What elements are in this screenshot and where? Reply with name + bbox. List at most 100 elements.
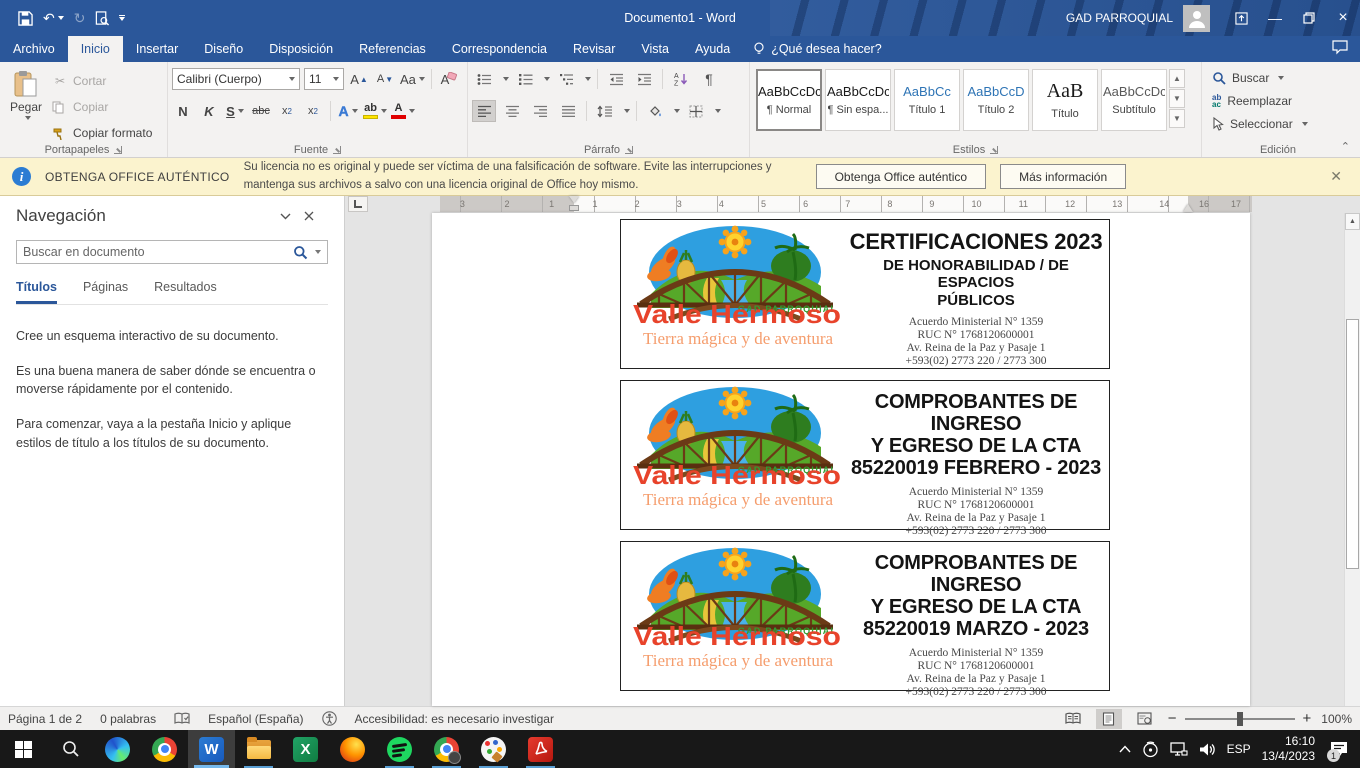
print-layout-icon[interactable]: [1096, 709, 1122, 729]
taskbar-acrobat[interactable]: [517, 730, 564, 768]
volume-icon[interactable]: [1199, 742, 1216, 757]
styles-more-icon[interactable]: ▼: [1169, 109, 1185, 128]
styles-dialog-launcher-icon[interactable]: [990, 146, 998, 154]
nav-tab-resultados[interactable]: Resultados: [154, 280, 217, 304]
zoom-in-icon[interactable]: +: [1303, 711, 1312, 726]
search-options-caret-icon[interactable]: [315, 250, 321, 254]
print-preview-icon[interactable]: [95, 11, 109, 26]
shading-button[interactable]: [643, 100, 667, 122]
taskbar-search-button[interactable]: [47, 730, 94, 768]
network-icon[interactable]: [1170, 742, 1188, 757]
taskbar-chrome[interactable]: [141, 730, 188, 768]
tab-referencias[interactable]: Referencias: [346, 36, 439, 62]
line-spacing-button[interactable]: [593, 100, 617, 122]
document-search-input[interactable]: [23, 245, 289, 259]
meet-now-icon[interactable]: [1142, 741, 1159, 758]
paragraph-dialog-launcher-icon[interactable]: [625, 146, 633, 154]
tab-ayuda[interactable]: Ayuda: [682, 36, 743, 62]
zoom-level[interactable]: 100%: [1321, 712, 1352, 726]
tab-diseno[interactable]: Diseño: [191, 36, 256, 62]
superscript-button[interactable]: x2: [302, 100, 324, 122]
paste-button[interactable]: Pegar: [4, 66, 48, 138]
borders-button[interactable]: [684, 100, 708, 122]
copy-button[interactable]: Copiar: [52, 96, 152, 118]
undo-icon[interactable]: ↶: [43, 10, 64, 27]
tell-me-box[interactable]: ¿Qué desea hacer?: [743, 36, 892, 62]
collapse-ribbon-icon[interactable]: ⌃: [1341, 140, 1350, 153]
align-center-button[interactable]: [500, 100, 524, 122]
nav-pane-close-icon[interactable]: [304, 211, 328, 221]
style-titulo[interactable]: AaBTítulo: [1032, 69, 1098, 131]
minimize-button[interactable]: —: [1258, 0, 1292, 36]
cut-button[interactable]: ✂Cortar: [52, 70, 152, 92]
accessibility-icon[interactable]: [322, 711, 337, 726]
grow-font-button[interactable]: A▲: [348, 68, 370, 90]
start-button[interactable]: [0, 730, 47, 768]
sort-button[interactable]: AZ: [669, 68, 693, 90]
tab-insertar[interactable]: Insertar: [123, 36, 191, 62]
get-genuine-office-button[interactable]: Obtenga Office auténtico: [816, 164, 987, 189]
tab-inicio[interactable]: Inicio: [68, 36, 123, 62]
font-family-select[interactable]: Calibri (Cuerpo): [172, 68, 300, 90]
left-indent-marker[interactable]: [569, 205, 579, 211]
style-titulo-1[interactable]: AaBbCcTítulo 1: [894, 69, 960, 131]
numbering-button[interactable]: [513, 68, 537, 90]
account-name[interactable]: GAD PARROQUIAL: [1066, 11, 1173, 25]
clear-formatting-button[interactable]: A: [438, 68, 460, 90]
subscript-button[interactable]: x2: [276, 100, 298, 122]
find-button[interactable]: Buscar: [1206, 66, 1350, 89]
zoom-slider-thumb[interactable]: [1237, 712, 1243, 726]
align-right-button[interactable]: [528, 100, 552, 122]
font-dialog-launcher-icon[interactable]: [333, 146, 341, 154]
language-indicator[interactable]: Español (España): [208, 712, 303, 726]
taskbar-file-explorer[interactable]: [235, 730, 282, 768]
tab-stop-selector[interactable]: [348, 196, 368, 212]
page-indicator[interactable]: Página 1 de 2: [8, 712, 82, 726]
styles-scroll-up-icon[interactable]: ▲: [1169, 69, 1185, 88]
justify-button[interactable]: [556, 100, 580, 122]
highlight-button[interactable]: ab: [363, 100, 387, 122]
tab-correspondencia[interactable]: Correspondencia: [439, 36, 560, 62]
taskbar-edge[interactable]: [94, 730, 141, 768]
vertical-scrollbar[interactable]: ▲: [1344, 213, 1360, 706]
font-size-select[interactable]: 11: [304, 68, 344, 90]
style-sin-espa[interactable]: AaBbCcDc¶ Sin espa...: [825, 69, 891, 131]
taskbar-excel[interactable]: X: [282, 730, 329, 768]
ribbon-display-options-icon[interactable]: [1224, 0, 1258, 36]
taskbar-paint[interactable]: [470, 730, 517, 768]
scroll-up-icon[interactable]: ▲: [1345, 213, 1360, 230]
learn-more-button[interactable]: Más información: [1000, 164, 1126, 189]
hidden-icons-chevron-icon[interactable]: [1119, 745, 1131, 753]
style-normal[interactable]: AaBbCcDc¶ Normal: [756, 69, 822, 131]
clipboard-dialog-launcher-icon[interactable]: [114, 146, 122, 154]
show-marks-button[interactable]: ¶: [697, 68, 721, 90]
underline-button[interactable]: S: [224, 100, 246, 122]
clock[interactable]: 16:10 13/4/2023: [1262, 734, 1315, 764]
taskbar-chrome-profile[interactable]: [423, 730, 470, 768]
keyboard-language[interactable]: ESP: [1227, 742, 1251, 756]
paste-caret-icon[interactable]: [25, 116, 31, 120]
read-mode-icon[interactable]: [1060, 709, 1086, 729]
redo-icon[interactable]: ↻: [74, 10, 86, 27]
horizontal-ruler[interactable]: 321 1234567891011121314 1617: [440, 196, 1252, 212]
taskbar-word[interactable]: W: [188, 730, 235, 768]
align-left-button[interactable]: [472, 100, 496, 122]
tab-vista[interactable]: Vista: [628, 36, 682, 62]
right-indent-marker[interactable]: [1183, 204, 1193, 212]
zoom-out-icon[interactable]: −: [1168, 711, 1177, 726]
italic-button[interactable]: K: [198, 100, 220, 122]
first-line-indent-marker[interactable]: [569, 196, 579, 203]
strikethrough-button[interactable]: abc: [250, 100, 272, 122]
restore-button[interactable]: [1292, 0, 1326, 36]
warning-close-icon[interactable]: ✕: [1330, 168, 1348, 185]
accessibility-status[interactable]: Accesibilidad: es necesario investigar: [355, 712, 554, 726]
certificate-block[interactable]: GAD PARROQUIAL Valle Hermoso Tierra mági…: [620, 541, 1110, 691]
customize-qat-icon[interactable]: [119, 15, 125, 21]
style-subtitulo[interactable]: AaBbCcDcSubtítulo: [1101, 69, 1167, 131]
text-effects-button[interactable]: A: [337, 100, 359, 122]
close-button[interactable]: ×: [1326, 0, 1360, 36]
nav-tab-titulos[interactable]: Títulos: [16, 280, 57, 304]
tab-archivo[interactable]: Archivo: [0, 36, 68, 62]
web-layout-icon[interactable]: [1132, 709, 1158, 729]
document-page[interactable]: GAD PARROQUIAL Valle Hermoso Tierra mági…: [432, 213, 1250, 706]
